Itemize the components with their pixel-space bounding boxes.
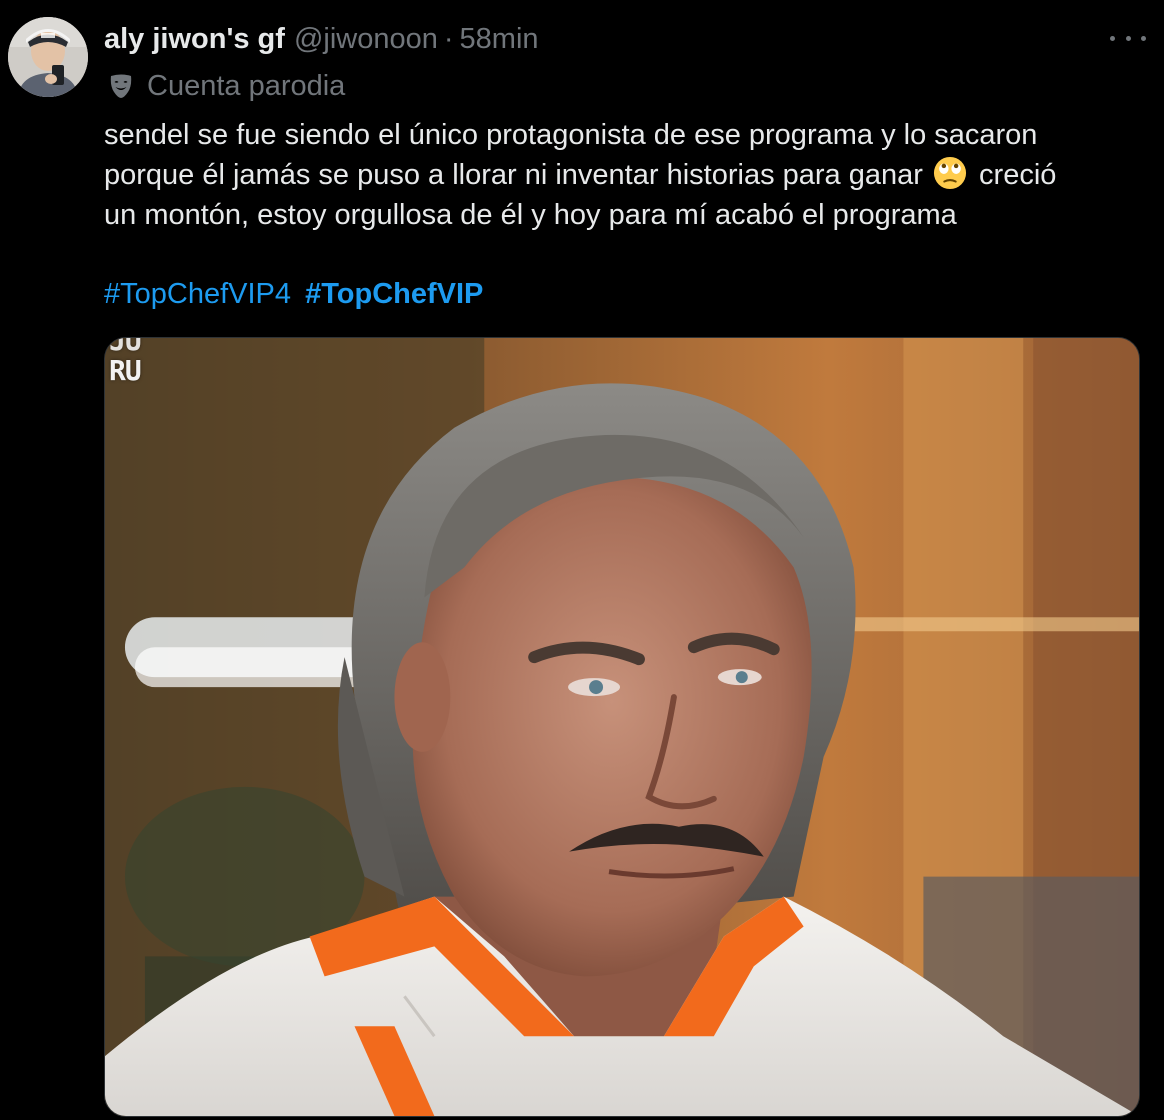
more-options-icon[interactable] (1110, 28, 1146, 48)
post-text-segment: creció (979, 159, 1057, 191)
avatar[interactable] (8, 17, 88, 97)
avatar-image (8, 17, 88, 97)
hashtag-row: #TopChefVIP4 #TopChefVIP (104, 274, 483, 314)
display-name[interactable]: aly jiwon's gf (104, 23, 285, 56)
post-media-image[interactable]: JU RU (104, 337, 1140, 1117)
parody-account-label: Cuenta parodia (107, 68, 345, 104)
video-watermark: JU RU (109, 337, 142, 387)
user-handle[interactable]: @jiwonoon (294, 23, 438, 56)
hashtag-link[interactable]: #TopChefVIP4 (104, 278, 291, 310)
post-timestamp[interactable]: 58min (460, 23, 539, 56)
post-text-line-3: un montón, estoy orgullosa de él y hoy p… (104, 199, 957, 231)
watermark-top: JU (109, 337, 142, 357)
media-photo (105, 338, 1139, 1116)
post-text: sendel se fue siendo el único protagonis… (104, 115, 1134, 235)
face-with-rolling-eyes-icon (933, 157, 967, 190)
post-text-line-2: porque él jamás se puso a llorar ni inve… (104, 155, 1134, 195)
theater-mask-icon (110, 74, 132, 98)
hashtag-link[interactable]: #TopChefVIP (305, 278, 483, 310)
watermark-bottom: RU (109, 354, 142, 387)
post-text-line-1: sendel se fue siendo el único protagonis… (104, 119, 1038, 151)
parody-label-text: Cuenta parodia (147, 69, 346, 102)
separator-dot: · (443, 22, 454, 55)
post-header: aly jiwon's gf @jiwonoon · 58min (104, 20, 539, 58)
tweet[interactable]: aly jiwon's gf @jiwonoon · 58min Cuenta … (0, 0, 1164, 1120)
post-text-segment: porque él jamás se puso a llorar ni inve… (104, 159, 923, 191)
